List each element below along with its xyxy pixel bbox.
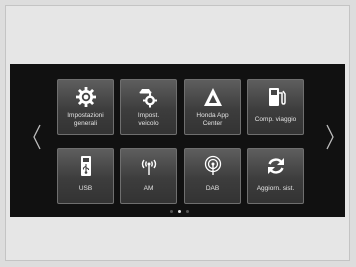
app-center-icon <box>185 86 240 108</box>
tile-label-line2: Center <box>202 119 223 127</box>
tile-general-settings[interactable]: Impostazioni generali <box>57 79 114 135</box>
page-dot-active <box>178 209 181 213</box>
chevron-left-icon <box>33 124 41 150</box>
page-indicator <box>170 208 196 214</box>
page-dot <box>170 209 173 213</box>
tile-label-line1: Impost. <box>137 112 160 119</box>
tile-label-line2: generali <box>73 119 98 127</box>
refresh-icon <box>248 155 303 177</box>
previous-page-button[interactable] <box>26 117 48 157</box>
tile-label-line2: veicolo <box>138 119 159 127</box>
tile-label-line1: Impostazioni <box>67 112 104 119</box>
tile-label-line1: AM <box>143 185 154 192</box>
tile-label-line1: Honda App <box>196 112 229 119</box>
page-dot <box>186 209 189 213</box>
am-antenna-icon <box>121 155 176 177</box>
tile-label-line1: Aggiorn. sist. <box>256 185 295 192</box>
tile-label-line1: DAB <box>205 185 220 192</box>
tile-system-update[interactable]: Aggiorn. sist. <box>247 148 304 204</box>
tile-label-line1: Comp. viaggio <box>254 116 297 123</box>
usb-icon <box>58 155 113 177</box>
tile-usb[interactable]: USB <box>57 148 114 204</box>
app-grid: Impostazioni generali Impost. veicolo Ho… <box>57 79 304 204</box>
tile-am[interactable]: AM <box>120 148 177 204</box>
home-screen: Impostazioni generali Impost. veicolo Ho… <box>10 64 345 217</box>
tile-dab[interactable]: DAB <box>184 148 241 204</box>
dab-antenna-icon <box>185 155 240 177</box>
tile-trip-computer[interactable]: Comp. viaggio <box>247 79 304 135</box>
tile-label-line1: USB <box>78 185 93 192</box>
gear-icon <box>58 86 113 108</box>
tile-vehicle-settings[interactable]: Impost. veicolo <box>120 79 177 135</box>
car-gear-icon <box>121 86 176 108</box>
fuel-pump-icon <box>248 86 303 108</box>
chevron-right-icon <box>326 124 334 150</box>
next-page-button[interactable] <box>319 117 341 157</box>
tile-honda-app-center[interactable]: Honda App Center <box>184 79 241 135</box>
